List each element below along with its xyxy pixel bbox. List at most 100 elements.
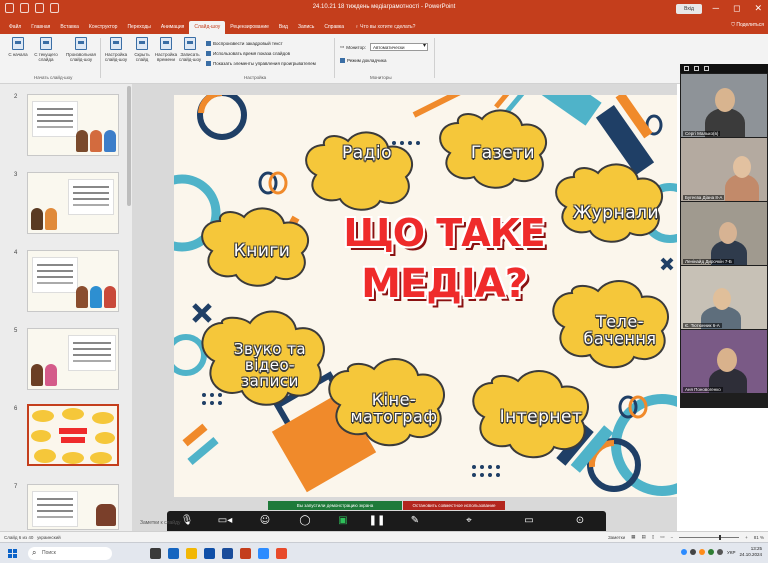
tray-icons[interactable]: [680, 549, 723, 555]
setup-show-label: Настройка слайд-шоу: [104, 52, 128, 62]
store-icon[interactable]: [204, 548, 215, 559]
slide-number: 7: [14, 484, 18, 490]
checkbox-timings[interactable]: [206, 51, 211, 56]
record-show-button[interactable]: Записать слайд-шоу: [176, 37, 204, 62]
normal-view-icon[interactable]: ▦: [631, 534, 635, 540]
status-slide-info: Слайд 6 из 40 украинский: [4, 535, 61, 540]
file-explorer-icon[interactable]: [186, 548, 197, 559]
tab-record[interactable]: Запись: [293, 21, 319, 34]
windows-start-icon[interactable]: [8, 549, 17, 558]
reading-view-icon[interactable]: ▯: [652, 534, 654, 540]
notes-button[interactable]: Заметки: [608, 535, 625, 540]
participant-tile[interactable]: Аня Поновоrенко: [681, 330, 767, 393]
ribbon-tabs: Файл Главная Вставка Конструктор Переход…: [0, 18, 768, 34]
tab-slideshow[interactable]: Слайд-шоу: [189, 21, 226, 34]
participant-tile[interactable]: Є. Тютюнник 6-А: [681, 266, 767, 329]
thumbnail-characters: [31, 208, 57, 230]
checkbox-narration[interactable]: [206, 41, 211, 46]
task-view-icon[interactable]: [150, 548, 161, 559]
tell-me-search[interactable]: ♀ Что вы хотите сделать?: [349, 21, 421, 34]
from-beginning-button[interactable]: С начала: [4, 37, 32, 57]
participant-tile[interactable]: Ленінайд Дирочкін 7-Б: [681, 202, 767, 265]
option-media-controls[interactable]: Показать элементы управления проигрывате…: [206, 61, 316, 66]
tab-insert[interactable]: Вставка: [55, 21, 84, 34]
thumbnail-text-box: [32, 257, 78, 293]
slideshow-view-icon[interactable]: ▭: [660, 534, 664, 540]
clock[interactable]: 13:25 24.10.2024: [739, 546, 762, 558]
taskbar-search[interactable]: Поиск: [28, 546, 112, 560]
cloud-books: Книги: [233, 241, 291, 262]
slide-number: 4: [14, 250, 18, 256]
rehearse-timings-icon: [160, 37, 172, 50]
monitor-label: ▭ Монитор:: [340, 44, 366, 50]
cloud-television: Теле- бачення: [583, 312, 657, 348]
presenter-view-label: Режим докладчика: [347, 58, 387, 63]
close-button[interactable]: ✕: [754, 3, 762, 13]
slide-thumbnail-3[interactable]: [27, 172, 119, 234]
checkbox-media-controls[interactable]: [206, 61, 211, 66]
taskbar-pinned-apps: [150, 548, 287, 559]
option-narration-label: Воспроизвести закадровый текст: [213, 41, 283, 46]
from-current-button[interactable]: С текущего слайда: [32, 37, 60, 62]
option-timings[interactable]: Использовать время показа слайдов: [206, 51, 290, 56]
zoom-app-icon[interactable]: [258, 548, 269, 559]
option-presenter-view[interactable]: Режим докладчика: [340, 58, 386, 63]
rehearse-timings-label: Настройка времени: [154, 52, 178, 62]
slide-thumbnail-6[interactable]: [27, 404, 119, 466]
tab-transitions[interactable]: Переходы: [122, 21, 155, 34]
stop-sharing-button[interactable]: Остановить совместное использование: [403, 501, 505, 510]
video-participants-panel: Сергі Малько(в) Бугеєва Діана 8-А Леніна…: [680, 64, 768, 408]
slide-thumbnail-4[interactable]: [27, 250, 119, 312]
slide-thumbnail-2[interactable]: [27, 94, 119, 156]
sorter-view-icon[interactable]: ▤: [641, 534, 645, 540]
system-tray: УКР 13:25 24.10.2024: [680, 546, 762, 558]
thumbnails-scrollbar[interactable]: [127, 86, 131, 206]
tab-review[interactable]: Рецензирование: [225, 21, 274, 34]
participant-tile[interactable]: Бугеєва Діана 8-А: [681, 138, 767, 201]
hide-slide-icon: [136, 37, 148, 50]
participant-tile[interactable]: Сергі Малько(в): [681, 74, 767, 137]
slide-thumbnail-5[interactable]: [27, 328, 119, 390]
expand-video-icon[interactable]: [704, 66, 709, 71]
monitor-icon: ▭: [340, 44, 345, 49]
custom-show-icon: [75, 37, 87, 50]
chrome-icon[interactable]: [276, 548, 287, 559]
current-slide[interactable]: Радіо Газети Журнали Книги Теле- бачення…: [174, 95, 677, 497]
zoom-in-icon[interactable]: +: [745, 535, 748, 540]
tab-view[interactable]: Вид: [274, 21, 293, 34]
title-bar: 24.10.21 18 тиждень медіаграмотності - P…: [0, 0, 768, 18]
zoom-level[interactable]: 81 %: [754, 535, 764, 540]
zoom-slider[interactable]: [679, 534, 740, 540]
ribbon-separator: [434, 38, 435, 78]
tab-help[interactable]: Справка: [319, 21, 349, 34]
tab-home[interactable]: Главная: [26, 21, 55, 34]
sign-in-button[interactable]: Вхід: [676, 4, 702, 14]
more-icon: ⊙: [575, 515, 585, 526]
tab-file[interactable]: Файл: [4, 21, 26, 34]
option-timings-label: Использовать время показа слайдов: [213, 51, 291, 56]
zoom-out-icon[interactable]: −: [670, 535, 673, 540]
grid-view-icon[interactable]: [694, 66, 699, 71]
powerpoint-icon[interactable]: [240, 548, 251, 559]
minimize-video-icon[interactable]: [684, 66, 689, 71]
monitor-select[interactable]: Автоматически: [370, 43, 428, 51]
language-indicator[interactable]: украинский: [37, 535, 60, 540]
checkbox-presenter-view[interactable]: [340, 58, 345, 63]
keyboard-language[interactable]: УКР: [727, 550, 735, 555]
slide-number: 2: [14, 94, 18, 100]
tab-animations[interactable]: Анимация: [156, 21, 189, 34]
slide-title-line1: ЩО ТАКЕ: [343, 211, 545, 255]
maximize-button[interactable]: ◻: [733, 3, 740, 13]
minimize-button[interactable]: ─: [713, 3, 719, 13]
share-button[interactable]: ⛉ Поделиться: [731, 22, 764, 28]
edge-icon[interactable]: [168, 548, 179, 559]
notes-placeholder[interactable]: Заметки к слайду: [140, 520, 181, 526]
video-camera-icon: ▭◂: [217, 515, 233, 526]
custom-show-button[interactable]: Произвольная слайд-шоу: [64, 37, 98, 62]
slide-thumbnail-7[interactable]: [27, 484, 119, 530]
tab-design[interactable]: Конструктор: [84, 21, 123, 34]
option-media-controls-label: Показать элементы управления проигрывате…: [213, 61, 316, 66]
option-narration[interactable]: Воспроизвести закадровый текст: [206, 41, 283, 46]
setup-show-button[interactable]: Настройка слайд-шоу: [102, 37, 130, 62]
media-player-icon[interactable]: [222, 548, 233, 559]
